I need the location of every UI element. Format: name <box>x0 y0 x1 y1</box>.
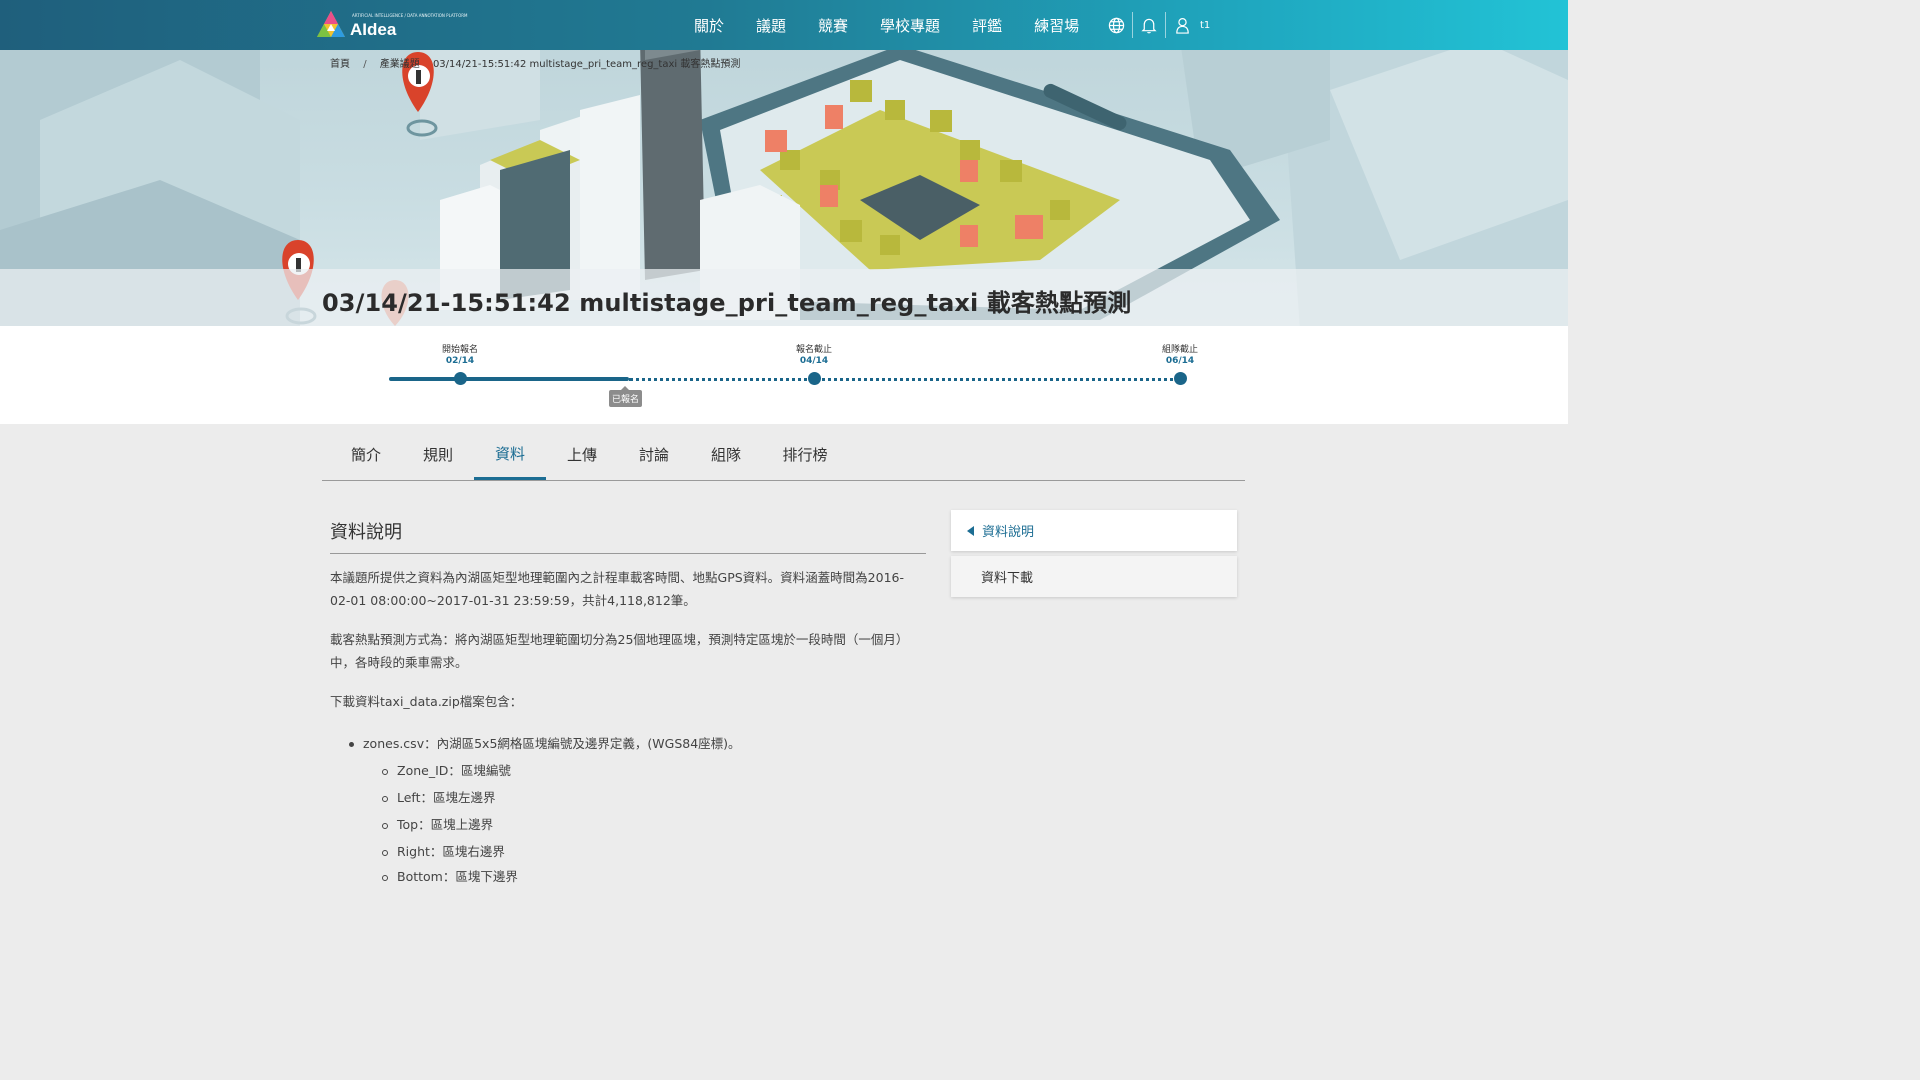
timeline-track-remaining <box>629 378 1181 381</box>
list-item: Top：區塊上邊界 <box>382 814 493 833</box>
tab-leaderboard[interactable]: 排行榜 <box>770 430 840 478</box>
nav-icon-group: t1 <box>1100 0 1210 50</box>
side-nav: 資料說明 資料下載 <box>951 510 1237 602</box>
breadcrumb-current: 03/14/21-15:51:42 multistage_pri_team_re… <box>432 59 741 70</box>
milestone-label: 組隊截止 <box>1161 345 1198 355</box>
nav-item-about[interactable]: 關於 <box>678 15 740 36</box>
bullet-circle-icon <box>382 795 388 802</box>
nav-item-topics[interactable]: 議題 <box>740 15 802 36</box>
globe-icon[interactable] <box>1100 0 1132 50</box>
list-item: zones.csv：內湖區5x5網格區塊編號及邊界定義，(WGS84座標)。 <box>349 733 741 752</box>
bullet-circle-icon <box>382 768 388 775</box>
milestone-date: 06/14 <box>1165 356 1195 366</box>
breadcrumb-separator: / <box>363 59 367 70</box>
list-item-text: Zone_ID：區塊編號 <box>397 763 511 778</box>
registration-status-badge: 已報名 <box>609 386 643 407</box>
milestone-label: 報名截止 <box>795 345 832 355</box>
user-icon[interactable] <box>1166 0 1198 50</box>
list-item: Bottom：區塊下邊界 <box>382 866 518 885</box>
milestone-label: 開始報名 <box>441 345 478 355</box>
side-nav-label: 資料下載 <box>981 571 1034 586</box>
tab-rules[interactable]: 規則 <box>410 430 466 478</box>
tab-upload[interactable]: 上傳 <box>554 430 610 478</box>
bullet-circle-icon <box>382 822 388 829</box>
list-item: Right：區塊右邊界 <box>382 841 505 860</box>
breadcrumb: 首頁 / 產業議題 03/14/21-15:51:42 multistage_p… <box>330 55 750 70</box>
timeline-panel <box>0 326 1568 424</box>
nav-item-practice[interactable]: 練習場 <box>1018 15 1095 36</box>
timeline-dot <box>1174 372 1187 385</box>
side-nav-item-data-download[interactable]: 資料下載 <box>951 556 1237 597</box>
top-navbar: ARTIFICIAL INTELLIGENCE / DATA ANNOTATIO… <box>0 0 1568 50</box>
tab-intro[interactable]: 簡介 <box>338 430 394 478</box>
nav-item-evaluation[interactable]: 評鑑 <box>956 15 1018 36</box>
tab-discussion[interactable]: 討論 <box>626 430 682 478</box>
logo[interactable]: ARTIFICIAL INTELLIGENCE / DATA ANNOTATIO… <box>316 9 467 41</box>
side-nav-item-data-description[interactable]: 資料說明 <box>951 510 1237 551</box>
tab-bar: 簡介 規則 資料 上傳 討論 組隊 排行榜 <box>322 430 1245 481</box>
logo-text: AIdea <box>350 20 397 39</box>
list-item-text: Top：區塊上邊界 <box>397 817 494 832</box>
bullet-circle-icon <box>382 874 388 881</box>
bell-icon[interactable] <box>1133 0 1165 50</box>
milestone-date: 04/14 <box>799 356 829 366</box>
logo-subtitle: ARTIFICIAL INTELLIGENCE / DATA ANNOTATIO… <box>352 13 468 18</box>
breadcrumb-home[interactable]: 首頁 <box>330 59 350 70</box>
list-item: Left：區塊左邊界 <box>382 787 496 806</box>
aidea-logo-icon <box>317 11 345 37</box>
download-contents-paragraph: 下載資料taxi_data.zip檔案包含： <box>330 694 523 709</box>
data-description-paragraph: 本議題所提供之資料為內湖區矩型地理範圍內之計程車載客時間、地點GPS資料。資料涵… <box>330 570 904 608</box>
tab-data[interactable]: 資料 <box>474 430 546 480</box>
timeline-dot <box>808 372 821 385</box>
prediction-method-paragraph: 載客熱點預測方式為：將內湖區矩型地理範圍切分為25個地理區塊，預測特定區塊於一段… <box>330 632 909 670</box>
timeline-progress <box>389 377 629 381</box>
nav-menu: 關於 議題 競賽 學校專題 評鑑 練習場 <box>678 0 1095 50</box>
list-item-text: Left：區塊左邊界 <box>397 790 496 805</box>
user-name[interactable]: t1 <box>1200 20 1210 31</box>
list-item-text: Right：區塊右邊界 <box>397 844 505 859</box>
milestone-date: 02/14 <box>445 356 475 366</box>
bullet-circle-icon <box>382 849 388 856</box>
section-title: 資料說明 <box>330 518 926 554</box>
bullet-dot-icon <box>349 742 354 747</box>
nav-item-school-projects[interactable]: 學校專題 <box>864 15 956 36</box>
side-nav-label: 資料說明 <box>982 525 1035 540</box>
list-item-text: Bottom：區塊下邊界 <box>397 869 518 884</box>
list-item: Zone_ID：區塊編號 <box>382 760 511 779</box>
nav-item-competitions[interactable]: 競賽 <box>802 15 864 36</box>
breadcrumb-category[interactable]: 產業議題 <box>380 59 420 70</box>
caret-left-icon <box>967 525 974 536</box>
page-title: 03/14/21-15:51:42 multistage_pri_team_re… <box>322 289 1132 317</box>
tab-team[interactable]: 組隊 <box>698 430 754 478</box>
list-item-text: zones.csv：內湖區5x5網格區塊編號及邊界定義，(WGS84座標)。 <box>363 736 741 751</box>
timeline-dot <box>454 372 467 385</box>
